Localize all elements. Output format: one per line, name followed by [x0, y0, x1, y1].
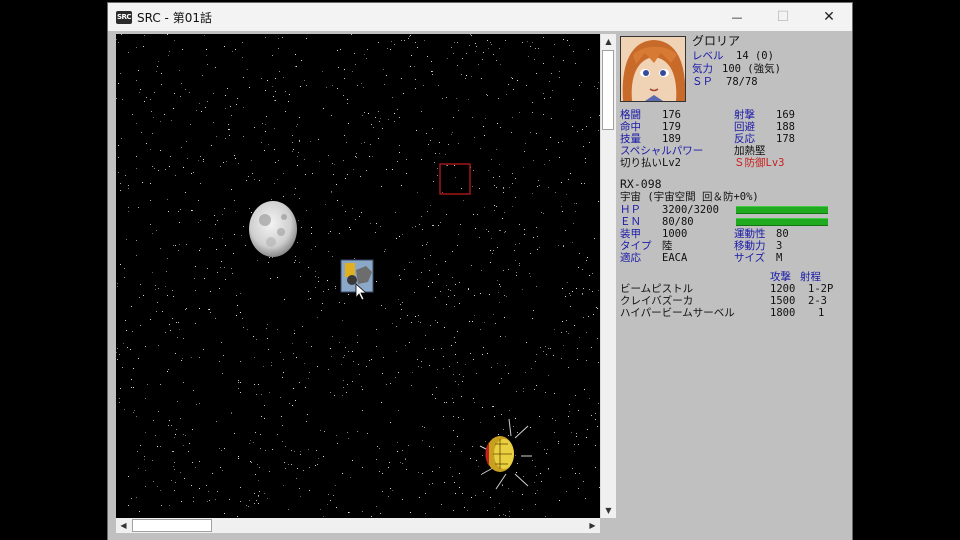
maximize-button[interactable]: ☐: [760, 3, 806, 31]
stat-ranged-label: 射撃: [734, 109, 755, 121]
cursor-frame[interactable]: [439, 163, 471, 195]
weapon-range: 1-2P: [808, 283, 834, 295]
unit-terrain: 宇宙 (宇宙空間 回＆防+0%): [620, 191, 759, 203]
app-icon: SRC: [116, 11, 132, 24]
unit-name: RX-098: [620, 177, 662, 191]
stat-ranged-value: 169: [776, 109, 795, 121]
enemy-unit[interactable]: [479, 418, 532, 490]
weapon-attack: 1200: [770, 283, 796, 295]
pilot-portrait: [620, 36, 686, 102]
size-value: M: [776, 252, 783, 264]
type-value: 陸: [662, 240, 673, 252]
vertical-scroll-thumb[interactable]: [602, 50, 614, 130]
pilot-name: グロリア: [692, 34, 741, 48]
minimize-button[interactable]: —: [714, 3, 760, 31]
hp-label: ＨＰ: [620, 204, 641, 216]
stat-melee-value: 176: [662, 109, 681, 121]
weapon-attack: 1800: [770, 307, 796, 319]
maximize-icon: ☐: [776, 9, 790, 25]
scroll-down-icon[interactable]: ▼: [601, 503, 616, 518]
en-label: ＥＮ: [620, 216, 641, 228]
armor-value: 1000: [662, 228, 688, 240]
moon: [249, 201, 297, 257]
adapt-value: EACA: [662, 252, 688, 264]
map-vertical-scrollbar[interactable]: ▲ ▼: [600, 34, 616, 518]
hp-value: 3200/3200: [662, 204, 719, 216]
skill-parry: 切り払いLv2: [620, 157, 681, 169]
hp-bar: [736, 206, 828, 214]
weapon-name[interactable]: ビームピストル: [620, 283, 693, 295]
mobility-label: 運動性: [734, 228, 766, 240]
scroll-right-icon[interactable]: ▶: [585, 518, 600, 533]
stat-melee-label: 格闘: [620, 109, 641, 121]
client-area: ▲ ▼ ◀ ▶ グロリア レベル 14 (0) 気力 100 (強気) ＳＰ 7…: [108, 31, 852, 540]
window-title: SRC - 第01話: [137, 11, 212, 25]
sp-value: 78/78: [726, 76, 758, 88]
status-panel: グロリア レベル 14 (0) 気力 100 (強気) ＳＰ 78/78 格闘 …: [618, 31, 852, 540]
special-power-label: スペシャルパワー: [620, 145, 704, 157]
en-bar: [736, 218, 828, 226]
size-label: サイズ: [734, 252, 766, 264]
scroll-left-icon[interactable]: ◀: [116, 518, 131, 533]
weapon-attack: 1500: [770, 295, 796, 307]
game-window: SRC SRC - 第01話 — ☐ ✕ ▲ ▼ ◀ ▶ グロリア レベル 14…: [108, 3, 852, 540]
player-unit[interactable]: [340, 259, 374, 301]
close-button[interactable]: ✕: [806, 3, 852, 31]
close-icon: ✕: [823, 9, 835, 25]
stat-reaction-label: 反応: [734, 133, 755, 145]
map-horizontal-scrollbar[interactable]: ◀ ▶: [116, 518, 600, 533]
stat-evasion-label: 回避: [734, 121, 755, 133]
weapon-name[interactable]: クレイバズーカ: [620, 295, 693, 307]
sp-label: ＳＰ: [692, 76, 713, 88]
armor-label: 装甲: [620, 228, 641, 240]
scroll-up-icon[interactable]: ▲: [601, 34, 616, 49]
weapon-range: 2-3: [808, 295, 827, 307]
move-value: 3: [776, 240, 783, 252]
title-bar[interactable]: SRC SRC - 第01話 — ☐ ✕: [108, 3, 852, 31]
en-value: 80/80: [662, 216, 694, 228]
level-label: レベル: [692, 50, 724, 62]
morale-value: 100 (強気): [722, 63, 781, 75]
stat-skill-label: 技量: [620, 133, 641, 145]
horizontal-scroll-thumb[interactable]: [132, 519, 212, 532]
morale-label: 気力: [692, 63, 713, 75]
weapon-range-header: 射程: [800, 271, 821, 283]
weapon-name[interactable]: ハイパービームサーベル: [620, 307, 735, 319]
minimize-icon: —: [731, 10, 743, 24]
weapon-attack-header: 攻撃: [770, 271, 791, 283]
weapon-range: 1: [818, 307, 825, 319]
level-value: 14 (0): [736, 50, 774, 62]
stat-evasion-value: 188: [776, 121, 795, 133]
skill-shield-defense: Ｓ防御Lv3: [734, 157, 785, 169]
stat-accuracy-value: 179: [662, 121, 681, 133]
mobility-value: 80: [776, 228, 789, 240]
special-power-value: 加熱堅: [734, 145, 766, 157]
map-view[interactable]: [116, 34, 600, 518]
move-label: 移動力: [734, 240, 766, 252]
type-label: タイプ: [620, 240, 652, 252]
stat-skill-value: 189: [662, 133, 681, 145]
stat-reaction-value: 178: [776, 133, 795, 145]
stat-accuracy-label: 命中: [620, 121, 641, 133]
adapt-label: 適応: [620, 252, 641, 264]
